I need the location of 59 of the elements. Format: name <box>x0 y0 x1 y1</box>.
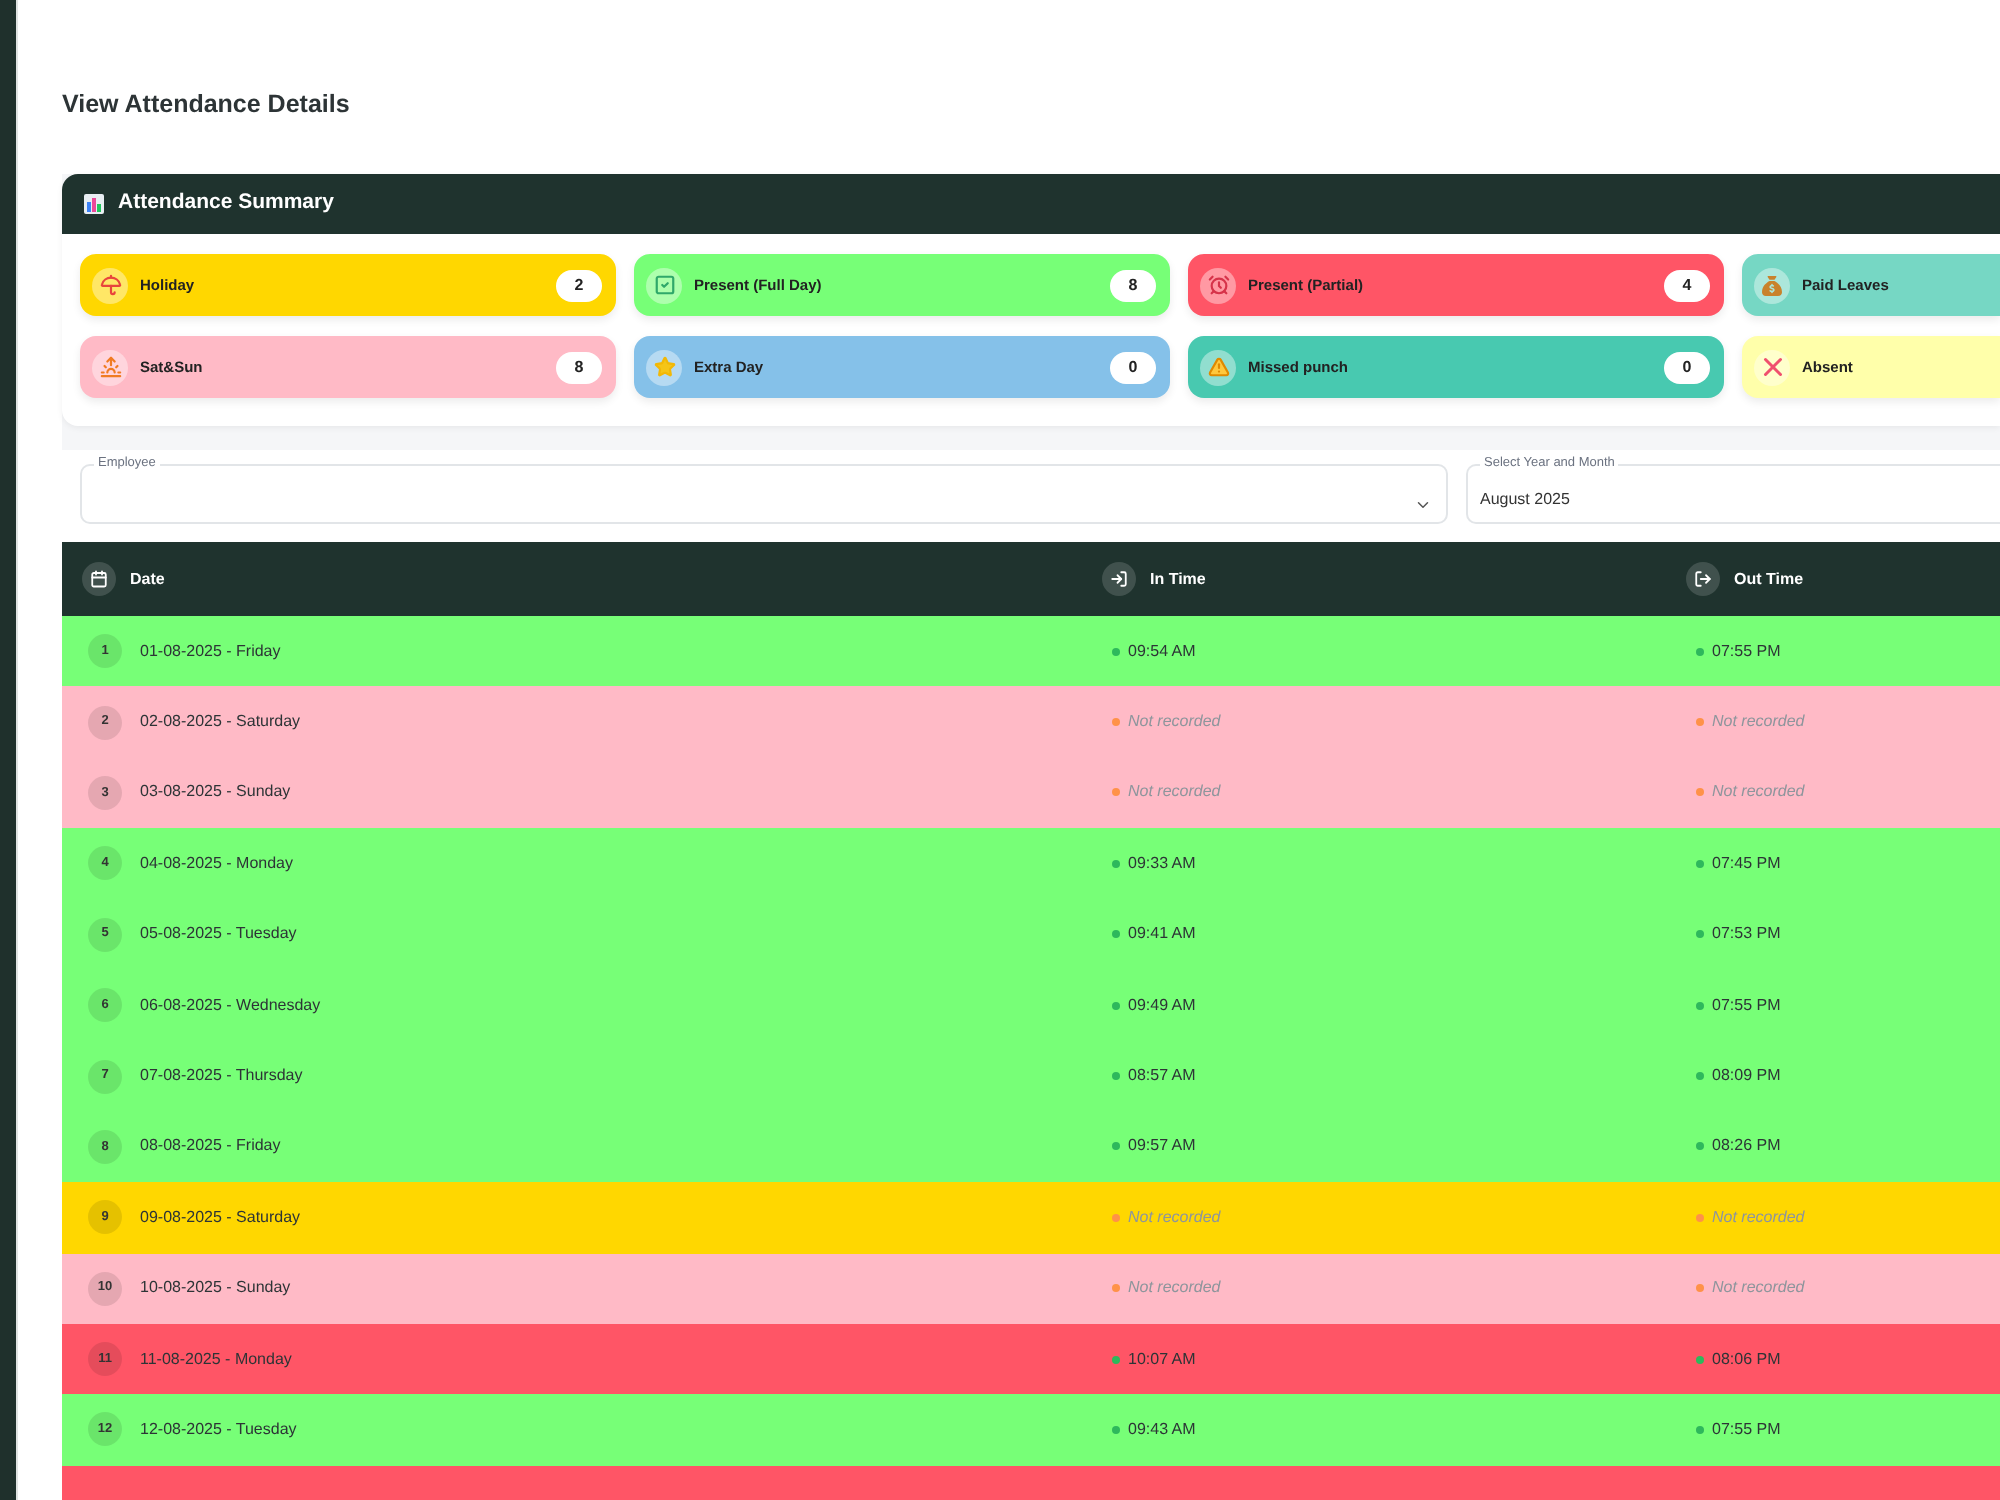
count-badge: 0 <box>1110 351 1156 383</box>
warning-icon <box>1200 349 1236 385</box>
time-text: 09:41 AM <box>1128 922 1196 947</box>
time-text: 08:57 AM <box>1128 1064 1196 1089</box>
time-text: 08:26 PM <box>1712 1134 1781 1159</box>
summary-title: Attendance Summary <box>118 188 334 219</box>
date-text: 09-08-2025 - Saturday <box>140 1205 301 1230</box>
time-text: Not recorded <box>1712 710 1805 735</box>
time-text: 07:55 PM <box>1712 639 1781 664</box>
time-text: 07:53 PM <box>1712 922 1781 947</box>
time-text: 07:45 PM <box>1712 851 1781 876</box>
time-text: Not recorded <box>1128 1276 1221 1301</box>
date-text: 08-08-2025 - Friday <box>140 1134 281 1159</box>
time-text: 09:57 AM <box>1128 1134 1196 1159</box>
date-text: 05-08-2025 - Tuesday <box>140 922 297 947</box>
date-text: 07-08-2025 - Thursday <box>140 1064 303 1089</box>
count-badge: 2 <box>556 269 602 301</box>
check-square-icon <box>646 267 682 303</box>
sunrise-icon <box>92 349 128 385</box>
time-text: 07:55 PM <box>1712 993 1781 1018</box>
time-text: 08:09 PM <box>1712 1064 1781 1089</box>
cross-icon <box>1754 349 1790 385</box>
count-badge: 4 <box>1664 269 1710 301</box>
date-text: 12-08-2025 - Tuesday <box>140 1417 297 1442</box>
date-text: 03-08-2025 - Sunday <box>140 780 291 805</box>
column-header: In Time <box>1150 567 1206 591</box>
count-badge: 8 <box>1110 269 1156 301</box>
alarm-clock-icon <box>1200 267 1236 303</box>
umbrella-icon <box>92 267 128 303</box>
chevron-down-icon <box>1414 496 1432 514</box>
date-text: 01-08-2025 - Friday <box>140 639 281 664</box>
time-text: 09:43 AM <box>1128 1417 1196 1442</box>
log-in-icon <box>1102 562 1136 596</box>
time-text: Not recorded <box>1128 710 1221 735</box>
time-text: 09:33 AM <box>1128 851 1196 876</box>
page-title: View Attendance Details <box>62 88 350 122</box>
column-header: Date <box>130 567 165 591</box>
time-text: 07:55 PM <box>1712 1417 1781 1442</box>
time-text: 08:06 PM <box>1712 1347 1781 1372</box>
count-badge: 8 <box>556 351 602 383</box>
time-text: Not recorded <box>1712 780 1805 805</box>
time-text: Not recorded <box>1128 780 1221 805</box>
column-header: Out Time <box>1734 567 1804 591</box>
calendar-icon <box>82 562 116 596</box>
time-text: Not recorded <box>1128 1205 1221 1230</box>
time-text: 09:49 AM <box>1128 993 1196 1018</box>
date-text: 11-08-2025 - Monday <box>140 1347 292 1372</box>
time-text: Not recorded <box>1712 1205 1805 1230</box>
date-text: 06-08-2025 - Wednesday <box>140 993 321 1018</box>
time-text: 10:07 AM <box>1128 1347 1196 1372</box>
date-text: 04-08-2025 - Monday <box>140 851 293 876</box>
time-text: Not recorded <box>1712 1276 1805 1301</box>
time-text: 09:54 AM <box>1128 639 1196 664</box>
bar-chart-icon <box>84 194 104 214</box>
log-out-icon <box>1686 562 1720 596</box>
money-bag-icon <box>1754 267 1790 303</box>
date-text: 10-08-2025 - Sunday <box>140 1276 291 1301</box>
date-text: 02-08-2025 - Saturday <box>140 710 301 735</box>
count-badge: 0 <box>1664 351 1710 383</box>
